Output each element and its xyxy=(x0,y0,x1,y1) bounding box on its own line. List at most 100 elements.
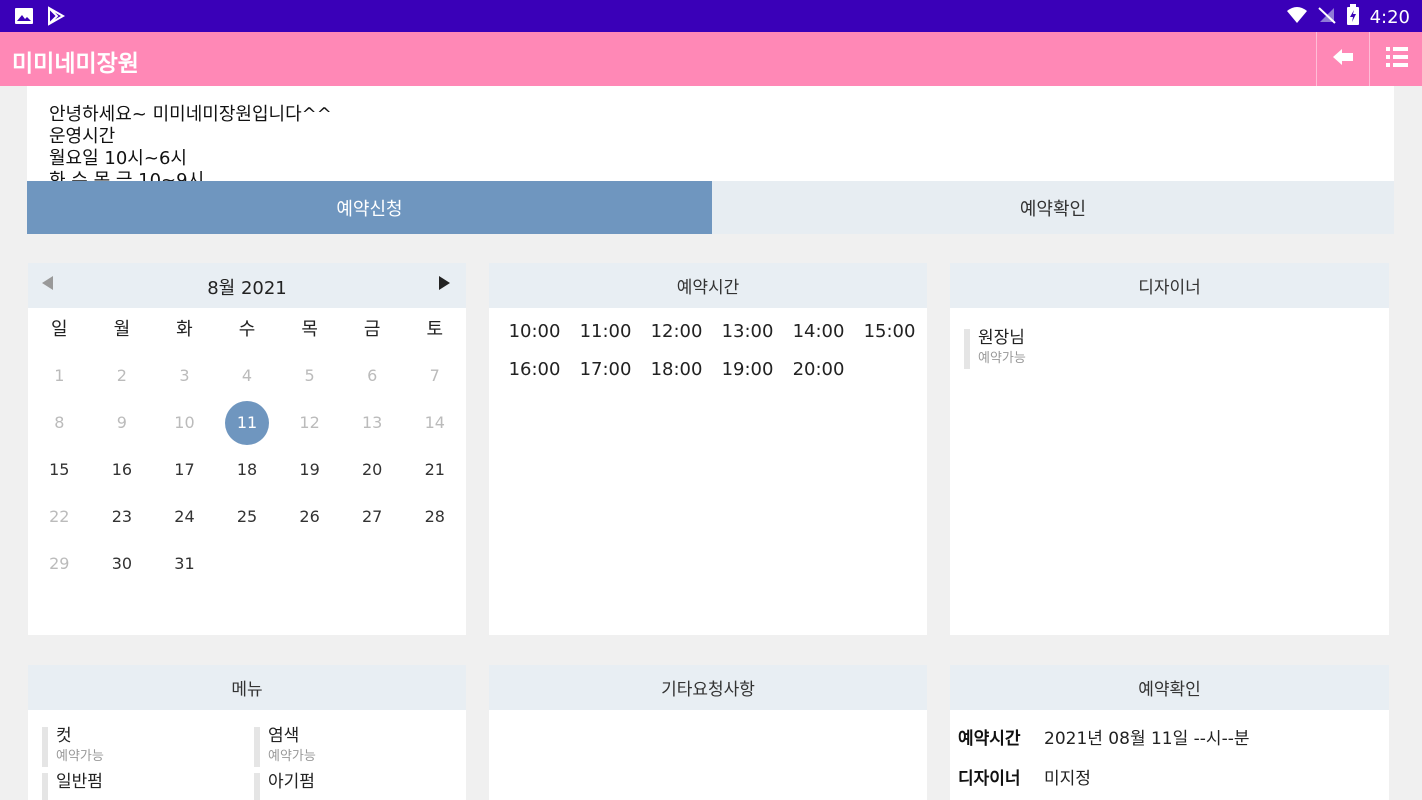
calendar-day[interactable]: 31 xyxy=(153,540,216,587)
calendar-header: 8월 2021 xyxy=(28,263,466,308)
calendar-day[interactable]: 21 xyxy=(403,446,466,493)
request-input-area[interactable] xyxy=(489,710,927,800)
item-indicator-bar xyxy=(254,773,260,800)
calendar-day[interactable]: 24 xyxy=(153,493,216,540)
back-arrow-icon xyxy=(1331,47,1355,71)
calendar-day: 8 xyxy=(54,413,65,432)
calendar-day[interactable]: 17 xyxy=(153,446,216,493)
calendar-day: 12 xyxy=(299,413,320,432)
time-slot[interactable]: 17:00 xyxy=(570,356,641,394)
tab-reservation-check[interactable]: 예약확인 xyxy=(712,181,1394,234)
item-indicator-bar xyxy=(42,727,48,767)
time-slot[interactable]: 13:00 xyxy=(712,318,783,356)
selected-day-label: 11 xyxy=(225,401,270,445)
item-name: 아기펌 xyxy=(268,772,315,792)
calendar-panel: 8월 2021 일월화수목금토 1 2 3 4 5 6 7 8 9 10 11 12 13 14 15 16 1… xyxy=(28,263,466,635)
calendar-day[interactable]: 18 xyxy=(216,446,279,493)
menu-panel-title: 메뉴 xyxy=(28,665,466,710)
calendar-day: 7 xyxy=(429,366,440,385)
item-name: 일반펌 xyxy=(56,772,103,792)
item-name: 컷 xyxy=(56,726,72,746)
calendar-day: 4 xyxy=(241,366,253,385)
confirm-row-label: 예약시간 xyxy=(958,729,1021,749)
calendar-day[interactable]: 25 xyxy=(216,493,279,540)
image-notification-icon xyxy=(14,6,34,30)
back-button[interactable] xyxy=(1316,32,1369,86)
clock-time: 4:20 xyxy=(1369,7,1410,28)
request-panel: 기타요청사항 xyxy=(489,665,927,800)
calendar-weekdays: 일월화수목금토 xyxy=(28,308,466,352)
menu-list: 컷 예약가능 염색 예약가능 일반펌 아기펌 xyxy=(42,725,454,800)
item-status: 예약가능 xyxy=(56,749,104,764)
weekday-label: 금 xyxy=(363,319,381,340)
request-panel-title: 기타요청사항 xyxy=(489,665,927,710)
time-slot[interactable]: 16:00 xyxy=(499,356,570,394)
confirm-panel-title: 예약확인 xyxy=(950,665,1389,710)
tab-bar: 예약신청 예약확인 xyxy=(27,181,1394,234)
weekday-label: 일 xyxy=(51,319,68,340)
time-slot[interactable]: 18:00 xyxy=(641,356,712,394)
time-slot[interactable]: 15:00 xyxy=(854,318,925,356)
confirm-panel: 예약확인 예약시간 2021년 08월 11일 --시--분디자이너 미지정 xyxy=(950,665,1389,800)
selectable-item[interactable]: 원장님 예약가능 xyxy=(964,327,1026,373)
confirm-row-value: 2021년 08월 11일 --시--분 xyxy=(1044,729,1250,749)
weekday-label: 수 xyxy=(238,319,256,340)
confirm-row: 디자이너 미지정 xyxy=(958,764,1389,800)
confirm-row: 예약시간 2021년 08월 11일 --시--분 xyxy=(958,724,1389,764)
calendar-day: 22 xyxy=(49,507,70,526)
calendar-day: 5 xyxy=(304,366,315,385)
weekday-label: 월 xyxy=(113,319,131,340)
weekday-label: 토 xyxy=(426,319,444,340)
next-month-icon[interactable] xyxy=(439,276,450,290)
selectable-item[interactable]: 일반펌 xyxy=(42,771,254,800)
calendar-day: 1 xyxy=(54,366,65,385)
item-name: 원장님 xyxy=(978,328,1025,348)
app-title: 미미네미장원 xyxy=(12,51,139,77)
play-store-icon xyxy=(46,6,66,30)
notice-box[interactable]: 안녕하세요~ 미미네미장원입니다^^ 운영시간 월요일 10시~6시 화,수,목… xyxy=(27,86,1394,181)
time-panel: 예약시간 10:00 11:00 12:00 13:00 14:00 15:00 16:00… xyxy=(489,263,927,635)
time-panel-title: 예약시간 xyxy=(489,263,927,308)
calendar-week-row: 8 9 10 11 12 13 14 xyxy=(28,399,466,446)
calendar-day: 11 xyxy=(216,399,279,446)
calendar-day[interactable]: 23 xyxy=(91,493,154,540)
selectable-item[interactable]: 컷예약가능 xyxy=(42,725,254,771)
selectable-item[interactable]: 아기펌 xyxy=(254,771,454,800)
calendar-week-row: 22 23 24 25 26 27 28 xyxy=(28,493,466,540)
calendar-day[interactable]: 26 xyxy=(278,493,341,540)
calendar-day[interactable]: 19 xyxy=(278,446,341,493)
calendar-empty-cell xyxy=(341,540,404,587)
calendar-day[interactable]: 15 xyxy=(28,446,91,493)
item-indicator-bar xyxy=(42,773,48,800)
calendar-day[interactable]: 20 xyxy=(341,446,404,493)
calendar-day: 29 xyxy=(49,554,70,573)
battery-charging-icon xyxy=(1346,4,1360,31)
calendar-day[interactable]: 27 xyxy=(341,493,404,540)
item-name: 염색 xyxy=(268,726,300,746)
weekday-label: 화 xyxy=(176,319,193,340)
time-slot[interactable]: 19:00 xyxy=(712,356,783,394)
status-bar: 4:20 xyxy=(0,0,1422,32)
menu-list-button[interactable] xyxy=(1369,32,1422,86)
tab-reservation-request[interactable]: 예약신청 xyxy=(27,181,712,234)
confirm-row-value: 미지정 xyxy=(1044,769,1091,789)
calendar-grid: 1 2 3 4 5 6 7 8 9 10 11 12 13 14 15 16 17 18 19 20 21 22 23 24 2… xyxy=(28,352,466,587)
calendar-week-row: 15 16 17 18 19 20 21 xyxy=(28,446,466,493)
calendar-empty-cell xyxy=(278,540,341,587)
designer-list: 원장님 예약가능 xyxy=(964,327,1026,373)
item-indicator-bar xyxy=(254,727,260,767)
list-icon xyxy=(1385,46,1409,72)
time-slot-list: 10:00 11:00 12:00 13:00 14:00 15:00 16:00 17:00… xyxy=(489,308,927,394)
item-indicator-bar xyxy=(964,329,970,369)
calendar-day[interactable]: 30 xyxy=(91,540,154,587)
calendar-day[interactable]: 16 xyxy=(91,446,154,493)
time-slot[interactable]: 12:00 xyxy=(641,318,712,356)
calendar-week-row: 1 2 3 4 5 6 7 xyxy=(28,352,466,399)
calendar-day[interactable]: 28 xyxy=(403,493,466,540)
time-slot[interactable]: 14:00 xyxy=(783,318,854,356)
selectable-item[interactable]: 염색 예약가능 xyxy=(254,725,454,771)
time-slot[interactable]: 11:00 xyxy=(570,318,641,356)
time-slot[interactable]: 20:00 xyxy=(783,356,854,394)
calendar-day: 9 xyxy=(116,413,127,432)
time-slot[interactable]: 10:00 xyxy=(499,318,570,356)
